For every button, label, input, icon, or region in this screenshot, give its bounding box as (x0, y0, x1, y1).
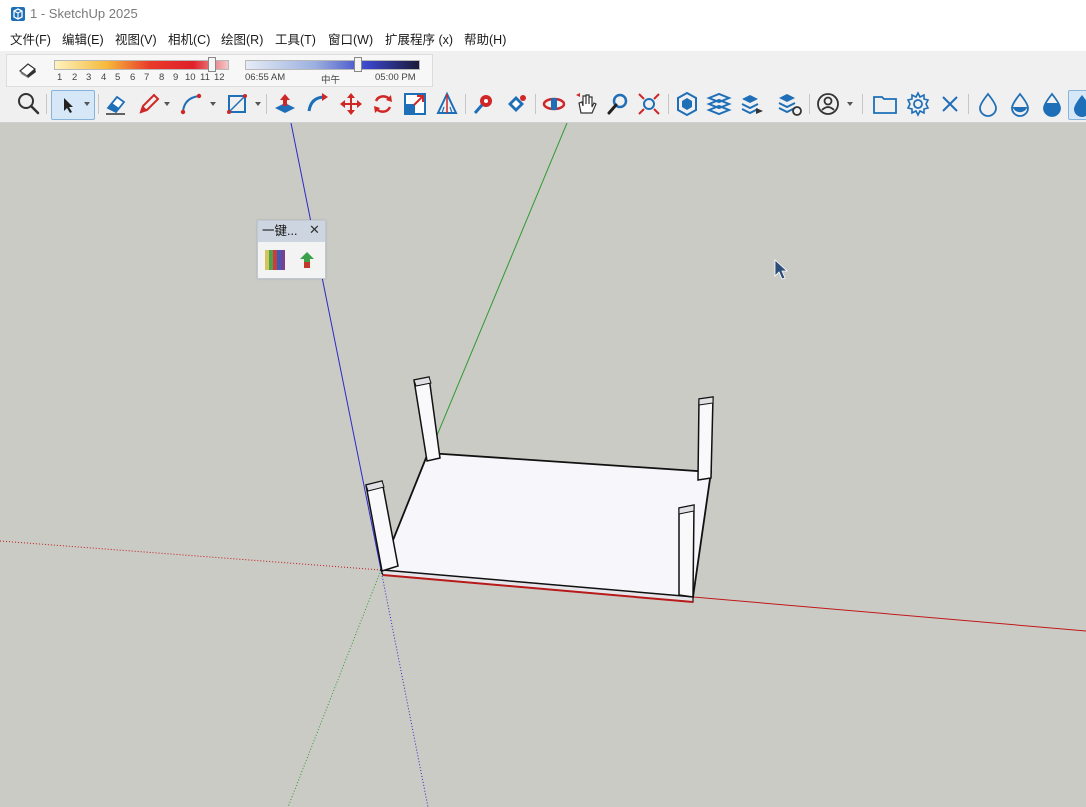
time-noon-label: 中午 (321, 75, 341, 86)
zoom-icon[interactable] (605, 91, 631, 117)
green-axis-dotted-line (287, 569, 382, 807)
month-tick: 7 (144, 72, 150, 83)
rectangle-icon[interactable] (224, 91, 250, 117)
arc-icon[interactable] (178, 91, 204, 117)
components-icon[interactable] (674, 91, 700, 117)
floating-toolbar-title: 一键... (262, 224, 298, 238)
chevron-down-icon[interactable] (163, 100, 171, 108)
menu-help[interactable]: 帮助(H) (464, 32, 506, 48)
search-icon[interactable] (15, 91, 41, 117)
pan-icon[interactable] (573, 91, 599, 117)
month-tick: 1 (57, 72, 63, 83)
drop-active-icon (1074, 95, 1086, 117)
toolbar-separator (46, 94, 47, 114)
chevron-down-icon[interactable] (254, 100, 262, 108)
menu-file[interactable]: 文件(F) (10, 32, 51, 48)
protractor-icon[interactable] (434, 91, 460, 117)
month-slider-thumb[interactable] (208, 57, 217, 72)
chevron-down-icon (84, 102, 90, 106)
menu-tools[interactable]: 工具(T) (275, 32, 316, 48)
month-tick: 4 (101, 72, 107, 83)
title-bar: 1 - SketchUp 2025 (0, 0, 1086, 28)
select-icon (64, 98, 73, 113)
time-end-label: 05:00 PM (375, 72, 416, 83)
time-slider[interactable] (245, 60, 420, 70)
blue-axis-line (290, 123, 382, 571)
drop-outline-icon[interactable] (975, 91, 1001, 117)
leg-back-right (697, 396, 714, 481)
menu-draw[interactable]: 绘图(R) (221, 32, 263, 48)
eraser-icon[interactable] (103, 91, 129, 117)
toolbar-separator (809, 94, 810, 114)
mouse-cursor-icon (774, 259, 789, 280)
drop-active-button[interactable] (1068, 90, 1086, 120)
time-slider-thumb[interactable] (354, 57, 363, 72)
palette-icon[interactable] (264, 249, 286, 271)
upload-arrow-icon[interactable] (298, 251, 316, 269)
menu-view[interactable]: 视图(V) (115, 32, 157, 48)
floating-toolbar-header[interactable]: 一键... ✕ (258, 221, 325, 242)
follow-me-icon[interactable] (305, 91, 331, 117)
shadows-panel: 1 2 3 4 5 6 7 8 9 10 11 12 06:55 AM 中午 0… (6, 54, 433, 87)
month-tick: 11 (200, 72, 210, 83)
menu-camera[interactable]: 相机(C) (168, 32, 210, 48)
leg-front-left (365, 480, 399, 572)
model-canvas (0, 123, 1086, 807)
orbit-icon[interactable] (541, 91, 567, 117)
menu-extensions[interactable]: 扩展程序 (x) (385, 32, 453, 48)
layers-icon[interactable] (706, 91, 732, 117)
move-icon[interactable] (338, 91, 364, 117)
chevron-down-icon[interactable] (846, 100, 854, 108)
modeling-viewport[interactable] (0, 123, 1086, 807)
zoom-extents-icon[interactable] (636, 91, 662, 117)
shadows-toolbar: 1 2 3 4 5 6 7 8 9 10 11 12 06:55 AM 中午 0… (0, 51, 1086, 88)
month-tick: 6 (130, 72, 136, 83)
drop-fill-icon[interactable] (1039, 91, 1065, 117)
pencil-icon[interactable] (136, 91, 162, 117)
month-tick: 5 (115, 72, 121, 83)
floating-toolbar-close-button[interactable]: ✕ (309, 222, 320, 238)
folder-icon[interactable] (872, 91, 898, 117)
chevron-down-icon[interactable] (209, 100, 217, 108)
month-tick: 2 (72, 72, 78, 83)
push-pull-icon[interactable] (272, 91, 298, 117)
menu-window[interactable]: 窗口(W) (328, 32, 373, 48)
settings-icon[interactable] (905, 91, 931, 117)
leg-front-right (678, 504, 695, 598)
paint-bucket-icon[interactable] (503, 91, 529, 117)
month-tick: 10 (185, 72, 196, 83)
scale-icon[interactable] (402, 91, 428, 117)
time-start-label: 06:55 AM (245, 72, 286, 83)
month-tick: 8 (159, 72, 165, 83)
menu-bar: 文件(F) 编辑(E) 视图(V) 相机(C) 绘图(R) 工具(T) 窗口(W… (0, 28, 1086, 51)
rotate-icon[interactable] (370, 91, 396, 117)
main-toolbar (0, 87, 1086, 123)
toolbar-separator (668, 94, 669, 114)
menu-edit[interactable]: 编辑(E) (62, 32, 104, 48)
toolbar-separator (465, 94, 466, 114)
month-slider[interactable] (54, 60, 229, 70)
close-icon[interactable] (937, 91, 963, 117)
drop-half-icon[interactable] (1007, 91, 1033, 117)
sketchup-logo-icon (11, 7, 25, 21)
toolbar-separator (98, 94, 99, 114)
outliner-icon[interactable] (739, 91, 765, 117)
leg-back-left (413, 376, 441, 462)
month-tick: 9 (173, 72, 179, 83)
month-tick: 12 (214, 72, 225, 83)
toolbar-separator (968, 94, 969, 114)
toolbar-separator (862, 94, 863, 114)
select-tool-button[interactable] (51, 90, 95, 120)
profile-icon[interactable] (815, 91, 841, 117)
floating-toolbar: 一键... ✕ (257, 220, 326, 279)
styles-icon[interactable] (777, 91, 803, 117)
tape-measure-icon[interactable] (471, 91, 497, 117)
red-axis-dotted-line (0, 540, 382, 571)
toolbar-separator (266, 94, 267, 114)
window-title: 1 - SketchUp 2025 (30, 6, 138, 21)
month-tick: 3 (86, 72, 92, 83)
blue-axis-dotted-line (380, 569, 429, 807)
shadow-toggle-icon[interactable] (17, 60, 39, 80)
toolbar-separator (535, 94, 536, 114)
